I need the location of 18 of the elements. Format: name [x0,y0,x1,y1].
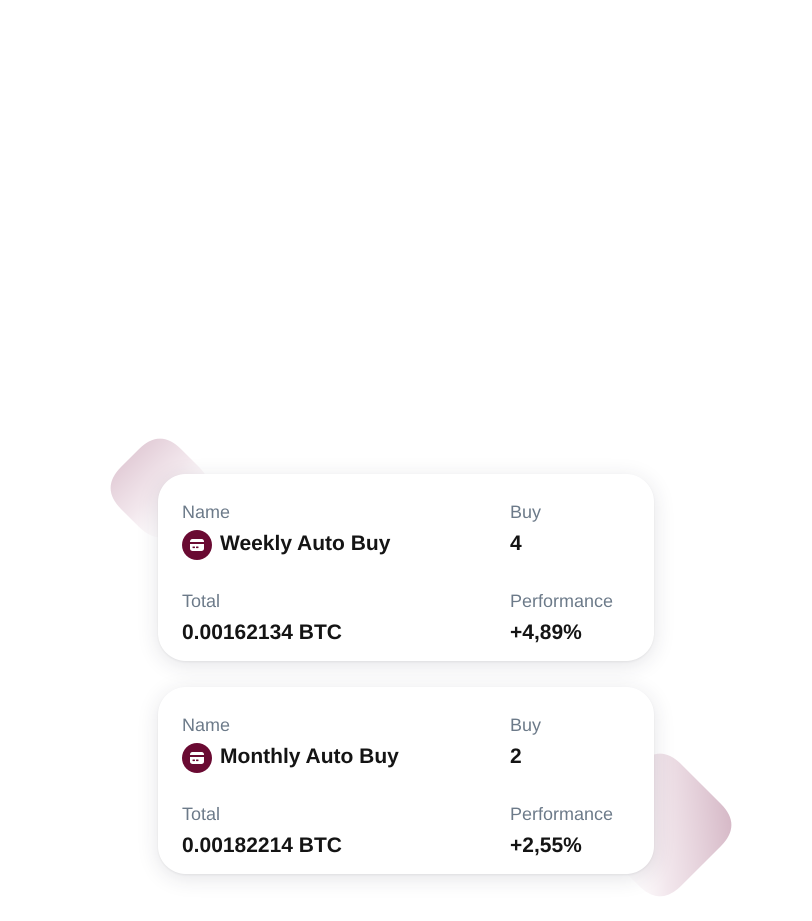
performance-value: +4,89% [510,620,582,646]
performance-value: +2,55% [510,832,582,858]
field-label: Buy [510,714,542,736]
field-label: Buy [510,501,542,523]
field-label: Performance [510,802,614,824]
credit-card-icon [182,743,212,773]
total-amount: 0.00182214 BTC [182,832,342,858]
field-label: Total [182,590,220,612]
buy-count: 4 [510,531,522,557]
field-label: Performance [510,590,614,612]
plan-name: Weekly Auto Buy [220,531,390,557]
credit-card-icon [182,530,212,560]
buy-count: 2 [510,744,522,770]
field-label: Name [182,501,230,523]
plan-name: Monthly Auto Buy [220,744,399,770]
field-label: Total [182,802,220,824]
total-amount: 0.00162134 BTC [182,620,342,646]
field-label: Name [182,714,230,736]
